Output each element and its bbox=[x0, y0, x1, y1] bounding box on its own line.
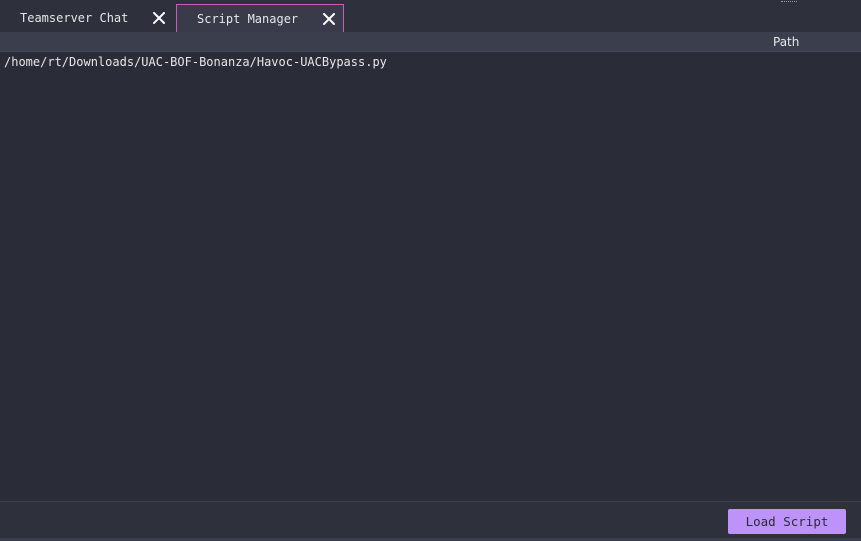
tab-teamserver-chat[interactable]: Teamserver Chat bbox=[0, 4, 174, 31]
table-row[interactable]: /home/rt/Downloads/UAC-BOF-Bonanza/Havoc… bbox=[0, 53, 861, 73]
column-header-path[interactable]: Path bbox=[773, 35, 799, 49]
script-path-cell[interactable]: /home/rt/Downloads/UAC-BOF-Bonanza/Havoc… bbox=[4, 55, 387, 69]
script-table: Path /home/rt/Downloads/UAC-BOF-Bonanza/… bbox=[0, 33, 861, 501]
splitter-grip[interactable] bbox=[781, 1, 797, 4]
close-icon[interactable] bbox=[153, 12, 165, 24]
tab-label: Script Manager bbox=[197, 11, 299, 26]
load-script-button[interactable]: Load Script bbox=[728, 509, 846, 534]
tab-bar: Teamserver Chat Script Manager bbox=[0, 0, 861, 33]
bottom-toolbar: Load Script bbox=[0, 501, 861, 541]
table-header: Path bbox=[0, 33, 861, 52]
close-icon[interactable] bbox=[323, 13, 335, 25]
tab-label: Teamserver Chat bbox=[20, 10, 129, 25]
script-manager-window: Teamserver Chat Script Manager Path /hom… bbox=[0, 0, 861, 541]
tab-script-manager[interactable]: Script Manager bbox=[176, 4, 344, 32]
